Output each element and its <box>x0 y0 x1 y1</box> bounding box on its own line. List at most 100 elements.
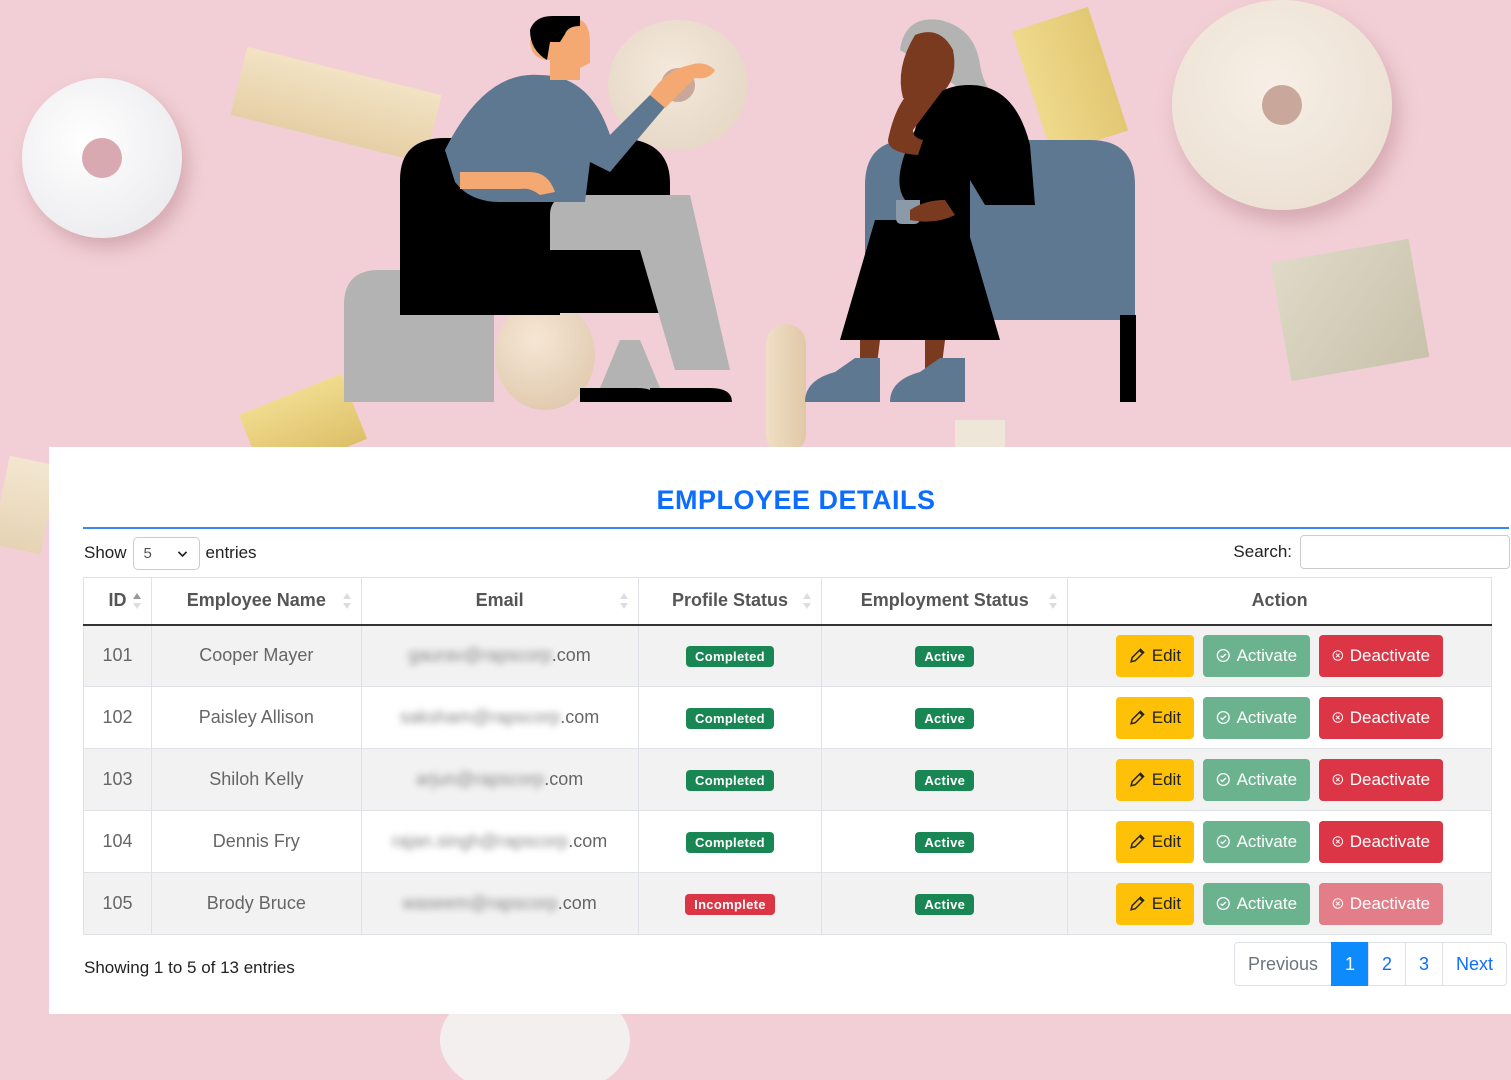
action-cell: Edit Activate Deactivate <box>1067 810 1492 873</box>
employee-id: 102 <box>83 686 152 749</box>
activate-label: Activate <box>1236 645 1298 665</box>
wooden-block-decoration <box>955 420 1005 450</box>
edit-button[interactable]: Edit <box>1116 634 1195 677</box>
sort-icon <box>1049 593 1058 609</box>
wooden-ring-decoration <box>22 78 182 238</box>
email-domain-suffix: .com <box>568 831 608 851</box>
pagination-next[interactable]: Next <box>1442 942 1507 986</box>
profile-status-badge: Incomplete <box>685 893 775 915</box>
pagination-page-3[interactable]: 3 <box>1405 942 1443 986</box>
email-domain-suffix: .com <box>560 707 600 727</box>
employment-status-badge: Active <box>915 645 975 667</box>
x-circle-icon <box>1332 774 1344 785</box>
employment-status-cell: Active <box>821 810 1069 873</box>
email-domain-suffix: .com <box>557 893 597 913</box>
edit-button[interactable]: Edit <box>1116 758 1195 801</box>
deactivate-label: Deactivate <box>1349 707 1431 727</box>
activate-button[interactable]: Activate <box>1203 820 1311 863</box>
employee-id: 101 <box>83 624 152 687</box>
edit-label: Edit <box>1151 645 1182 665</box>
column-header-action: Action <box>1067 577 1492 626</box>
employee-email: arjun@rapscorp.com <box>360 748 639 811</box>
deactivate-button[interactable]: Deactivate <box>1319 758 1444 801</box>
email-local-part: gaurav@rapscorp <box>408 645 552 666</box>
edit-label: Edit <box>1151 831 1182 851</box>
edit-label: Edit <box>1151 893 1182 913</box>
table-row: 104 Dennis Fry rajan.singh@rapscorp.com … <box>83 810 1492 873</box>
x-circle-icon <box>1332 836 1344 847</box>
search-label: Search: <box>1233 542 1292 561</box>
deactivate-button[interactable]: Deactivate <box>1319 634 1444 677</box>
pencil-icon <box>1130 772 1145 787</box>
employee-name: Cooper Mayer <box>150 624 362 687</box>
activate-button[interactable]: Activate <box>1203 882 1311 925</box>
entries-per-page-select[interactable]: 5 <box>132 536 200 570</box>
deactivate-button[interactable]: Deactivate <box>1319 820 1444 863</box>
column-header-id[interactable]: ID <box>83 577 152 626</box>
column-header-email[interactable]: Email <box>360 577 639 626</box>
employment-status-badge: Active <box>915 893 975 915</box>
pagination: Previous 1 2 3 Next <box>1234 942 1507 986</box>
profile-status-badge: Completed <box>686 831 774 853</box>
pencil-icon <box>1130 834 1145 849</box>
check-circle-icon <box>1216 710 1230 725</box>
table-row: 101 Cooper Mayer gaurav@rapscorp.com Com… <box>83 624 1492 687</box>
email-local-part: saksham@rapscorp <box>399 707 561 727</box>
deactivate-label: Deactivate <box>1349 645 1431 665</box>
title-divider <box>83 527 1509 529</box>
sort-icon <box>803 593 812 609</box>
sort-icon <box>619 593 628 609</box>
deactivate-label: Deactivate <box>1349 831 1431 851</box>
activate-button[interactable]: Activate <box>1203 634 1311 677</box>
check-circle-icon <box>1216 649 1230 663</box>
profile-status-cell: Completed <box>637 686 823 749</box>
pagination-page-2[interactable]: 2 <box>1368 942 1406 986</box>
deactivate-button[interactable]: Deactivate <box>1319 696 1444 739</box>
email-domain-suffix: .com <box>551 645 591 666</box>
column-header-profile-status[interactable]: Profile Status <box>637 577 823 626</box>
employment-status-cell: Active <box>821 748 1069 811</box>
employee-name: Paisley Allison <box>150 686 362 749</box>
column-header-employment-status[interactable]: Employment Status <box>821 577 1069 626</box>
employee-id: 103 <box>83 748 152 811</box>
profile-status-cell: Completed <box>637 810 823 873</box>
pagination-page-1[interactable]: 1 <box>1331 942 1369 986</box>
edit-button[interactable]: Edit <box>1116 820 1195 863</box>
length-menu: Show 5 entries <box>84 536 257 570</box>
check-circle-icon <box>1216 772 1230 787</box>
pagination-previous[interactable]: Previous <box>1234 942 1332 986</box>
employee-table: ID Employee Name Email Profile Status Em… <box>83 577 1492 935</box>
x-circle-icon <box>1332 650 1344 662</box>
search-input[interactable] <box>1300 535 1510 569</box>
email-local-part: rajan.singh@rapscorp <box>391 831 569 851</box>
employee-name: Dennis Fry <box>150 810 362 873</box>
profile-status-cell: Completed <box>637 748 823 811</box>
email-local-part: waseem@rapscorp <box>402 893 558 913</box>
employee-email: waseem@rapscorp.com <box>360 872 639 935</box>
check-circle-icon <box>1216 896 1230 911</box>
activate-label: Activate <box>1236 893 1298 913</box>
pencil-icon <box>1130 896 1145 911</box>
column-header-employee-name[interactable]: Employee Name <box>150 577 362 626</box>
table-row: 105 Brody Bruce waseem@rapscorp.com Inco… <box>83 872 1492 935</box>
profile-status-badge: Completed <box>686 707 774 729</box>
page-title: EMPLOYEE DETAILS <box>656 485 936 515</box>
x-circle-icon <box>1332 898 1344 909</box>
deactivate-button[interactable]: Deactivate <box>1319 882 1444 925</box>
chevron-down-icon <box>177 550 187 557</box>
profile-status-cell: Completed <box>637 624 823 687</box>
show-label: Show <box>84 543 127 562</box>
wooden-block-decoration <box>1270 238 1430 382</box>
edit-button[interactable]: Edit <box>1116 882 1195 925</box>
profile-status-badge: Completed <box>686 645 774 667</box>
employee-email: saksham@rapscorp.com <box>360 686 639 749</box>
activate-button[interactable]: Activate <box>1203 758 1311 801</box>
employment-status-badge: Active <box>915 831 975 853</box>
employment-status-badge: Active <box>915 707 975 729</box>
employment-status-cell: Active <box>821 624 1069 687</box>
edit-button[interactable]: Edit <box>1116 696 1195 739</box>
activate-label: Activate <box>1236 831 1298 851</box>
employee-id: 105 <box>83 872 152 935</box>
activate-button[interactable]: Activate <box>1203 696 1311 739</box>
employment-status-badge: Active <box>915 769 975 791</box>
